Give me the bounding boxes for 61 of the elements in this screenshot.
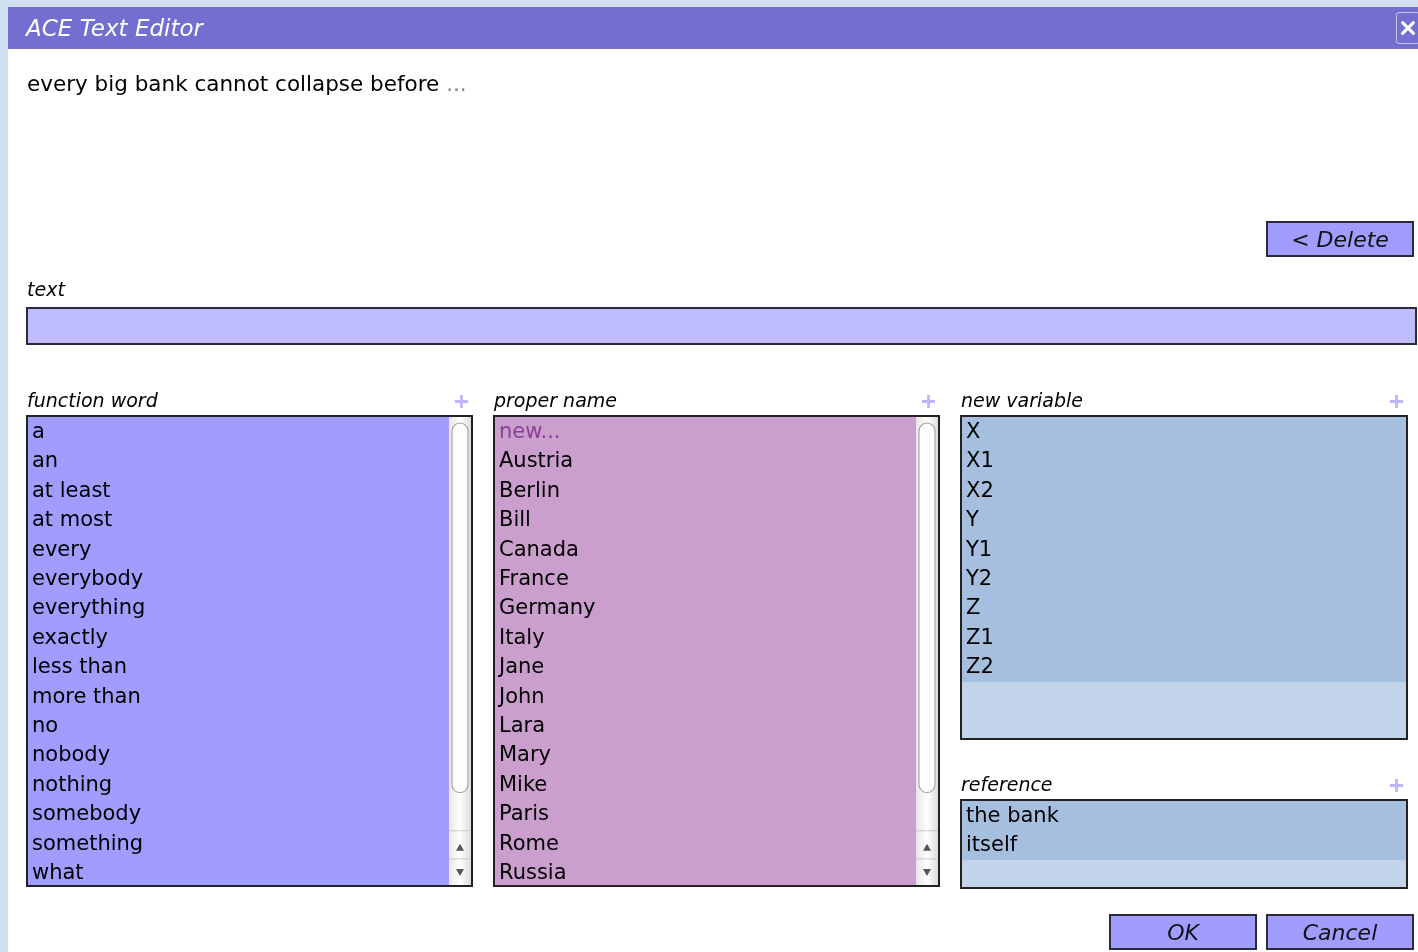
list-item[interactable]: X1: [962, 446, 1406, 476]
list-item[interactable]: Rome: [495, 828, 916, 859]
dialog-button[interactable]: OK: [1109, 914, 1257, 950]
scrollbar[interactable]: [916, 417, 938, 885]
list-item[interactable]: exactly: [28, 622, 449, 653]
list-item[interactable]: X: [962, 417, 1406, 447]
list-item[interactable]: Mike: [495, 769, 916, 800]
list-item[interactable]: a: [28, 417, 449, 447]
list-item[interactable]: Jane: [495, 652, 916, 682]
list-item[interactable]: Z: [962, 593, 1406, 623]
sentence-text: every big bank cannot collapse before ...: [27, 70, 467, 98]
text-field[interactable]: [26, 307, 1417, 345]
list-item[interactable]: Y: [962, 505, 1406, 535]
list-item[interactable]: everybody: [28, 564, 449, 594]
list-item[interactable]: Italy: [495, 622, 916, 653]
list-item[interactable]: Austria: [495, 446, 916, 476]
list-title: new variable: [961, 388, 1083, 412]
list-item[interactable]: Y2: [962, 564, 1406, 594]
list-title: reference: [961, 772, 1053, 796]
list-item[interactable]: at most: [28, 505, 449, 535]
add-icon[interactable]: [1389, 778, 1404, 793]
list-item[interactable]: more than: [28, 681, 449, 712]
list-item[interactable]: France: [495, 564, 916, 594]
list-item[interactable]: every: [28, 534, 449, 565]
field-label: text: [27, 277, 65, 301]
add-icon[interactable]: [454, 394, 469, 409]
list-item[interactable]: at least: [28, 475, 449, 506]
close-button[interactable]: [1396, 12, 1418, 44]
list-item[interactable]: Bill: [495, 505, 916, 535]
list-item[interactable]: Y1: [962, 534, 1406, 565]
list-item[interactable]: Berlin: [495, 475, 916, 506]
list-item[interactable]: everything: [28, 593, 449, 623]
list-item[interactable]: Lara: [495, 711, 916, 741]
list-item[interactable]: Canada: [495, 534, 916, 565]
list-item[interactable]: X2: [962, 475, 1406, 506]
list-item[interactable]: less than: [28, 652, 449, 682]
dialog-button[interactable]: Cancel: [1266, 914, 1414, 950]
close-icon: [1399, 19, 1417, 37]
delete-button[interactable]: < Delete: [1266, 221, 1414, 257]
list-item[interactable]: somebody: [28, 799, 449, 829]
list-item[interactable]: an: [28, 446, 449, 476]
list-item[interactable]: the bank: [962, 801, 1406, 831]
add-icon[interactable]: [921, 394, 936, 409]
list-item[interactable]: Germany: [495, 593, 916, 623]
list-item[interactable]: Paris: [495, 799, 916, 829]
list-item[interactable]: something: [28, 828, 449, 859]
list-item[interactable]: nobody: [28, 740, 449, 770]
list-title: function word: [27, 388, 158, 412]
scrollbar[interactable]: [449, 417, 471, 885]
list-item[interactable]: John: [495, 681, 916, 712]
list-item[interactable]: no: [28, 711, 449, 741]
list-item[interactable]: what: [28, 858, 449, 888]
window-title: ACE Text Editor: [26, 15, 203, 41]
list-item[interactable]: nothing: [28, 769, 449, 800]
list-title: proper name: [494, 388, 617, 412]
list-item[interactable]: Z1: [962, 622, 1406, 653]
list-item[interactable]: Z2: [962, 652, 1406, 682]
add-icon[interactable]: [1389, 394, 1404, 409]
list-item[interactable]: Mary: [495, 740, 916, 770]
list-item[interactable]: itself: [962, 830, 1406, 860]
list-item[interactable]: Russia: [495, 858, 916, 888]
